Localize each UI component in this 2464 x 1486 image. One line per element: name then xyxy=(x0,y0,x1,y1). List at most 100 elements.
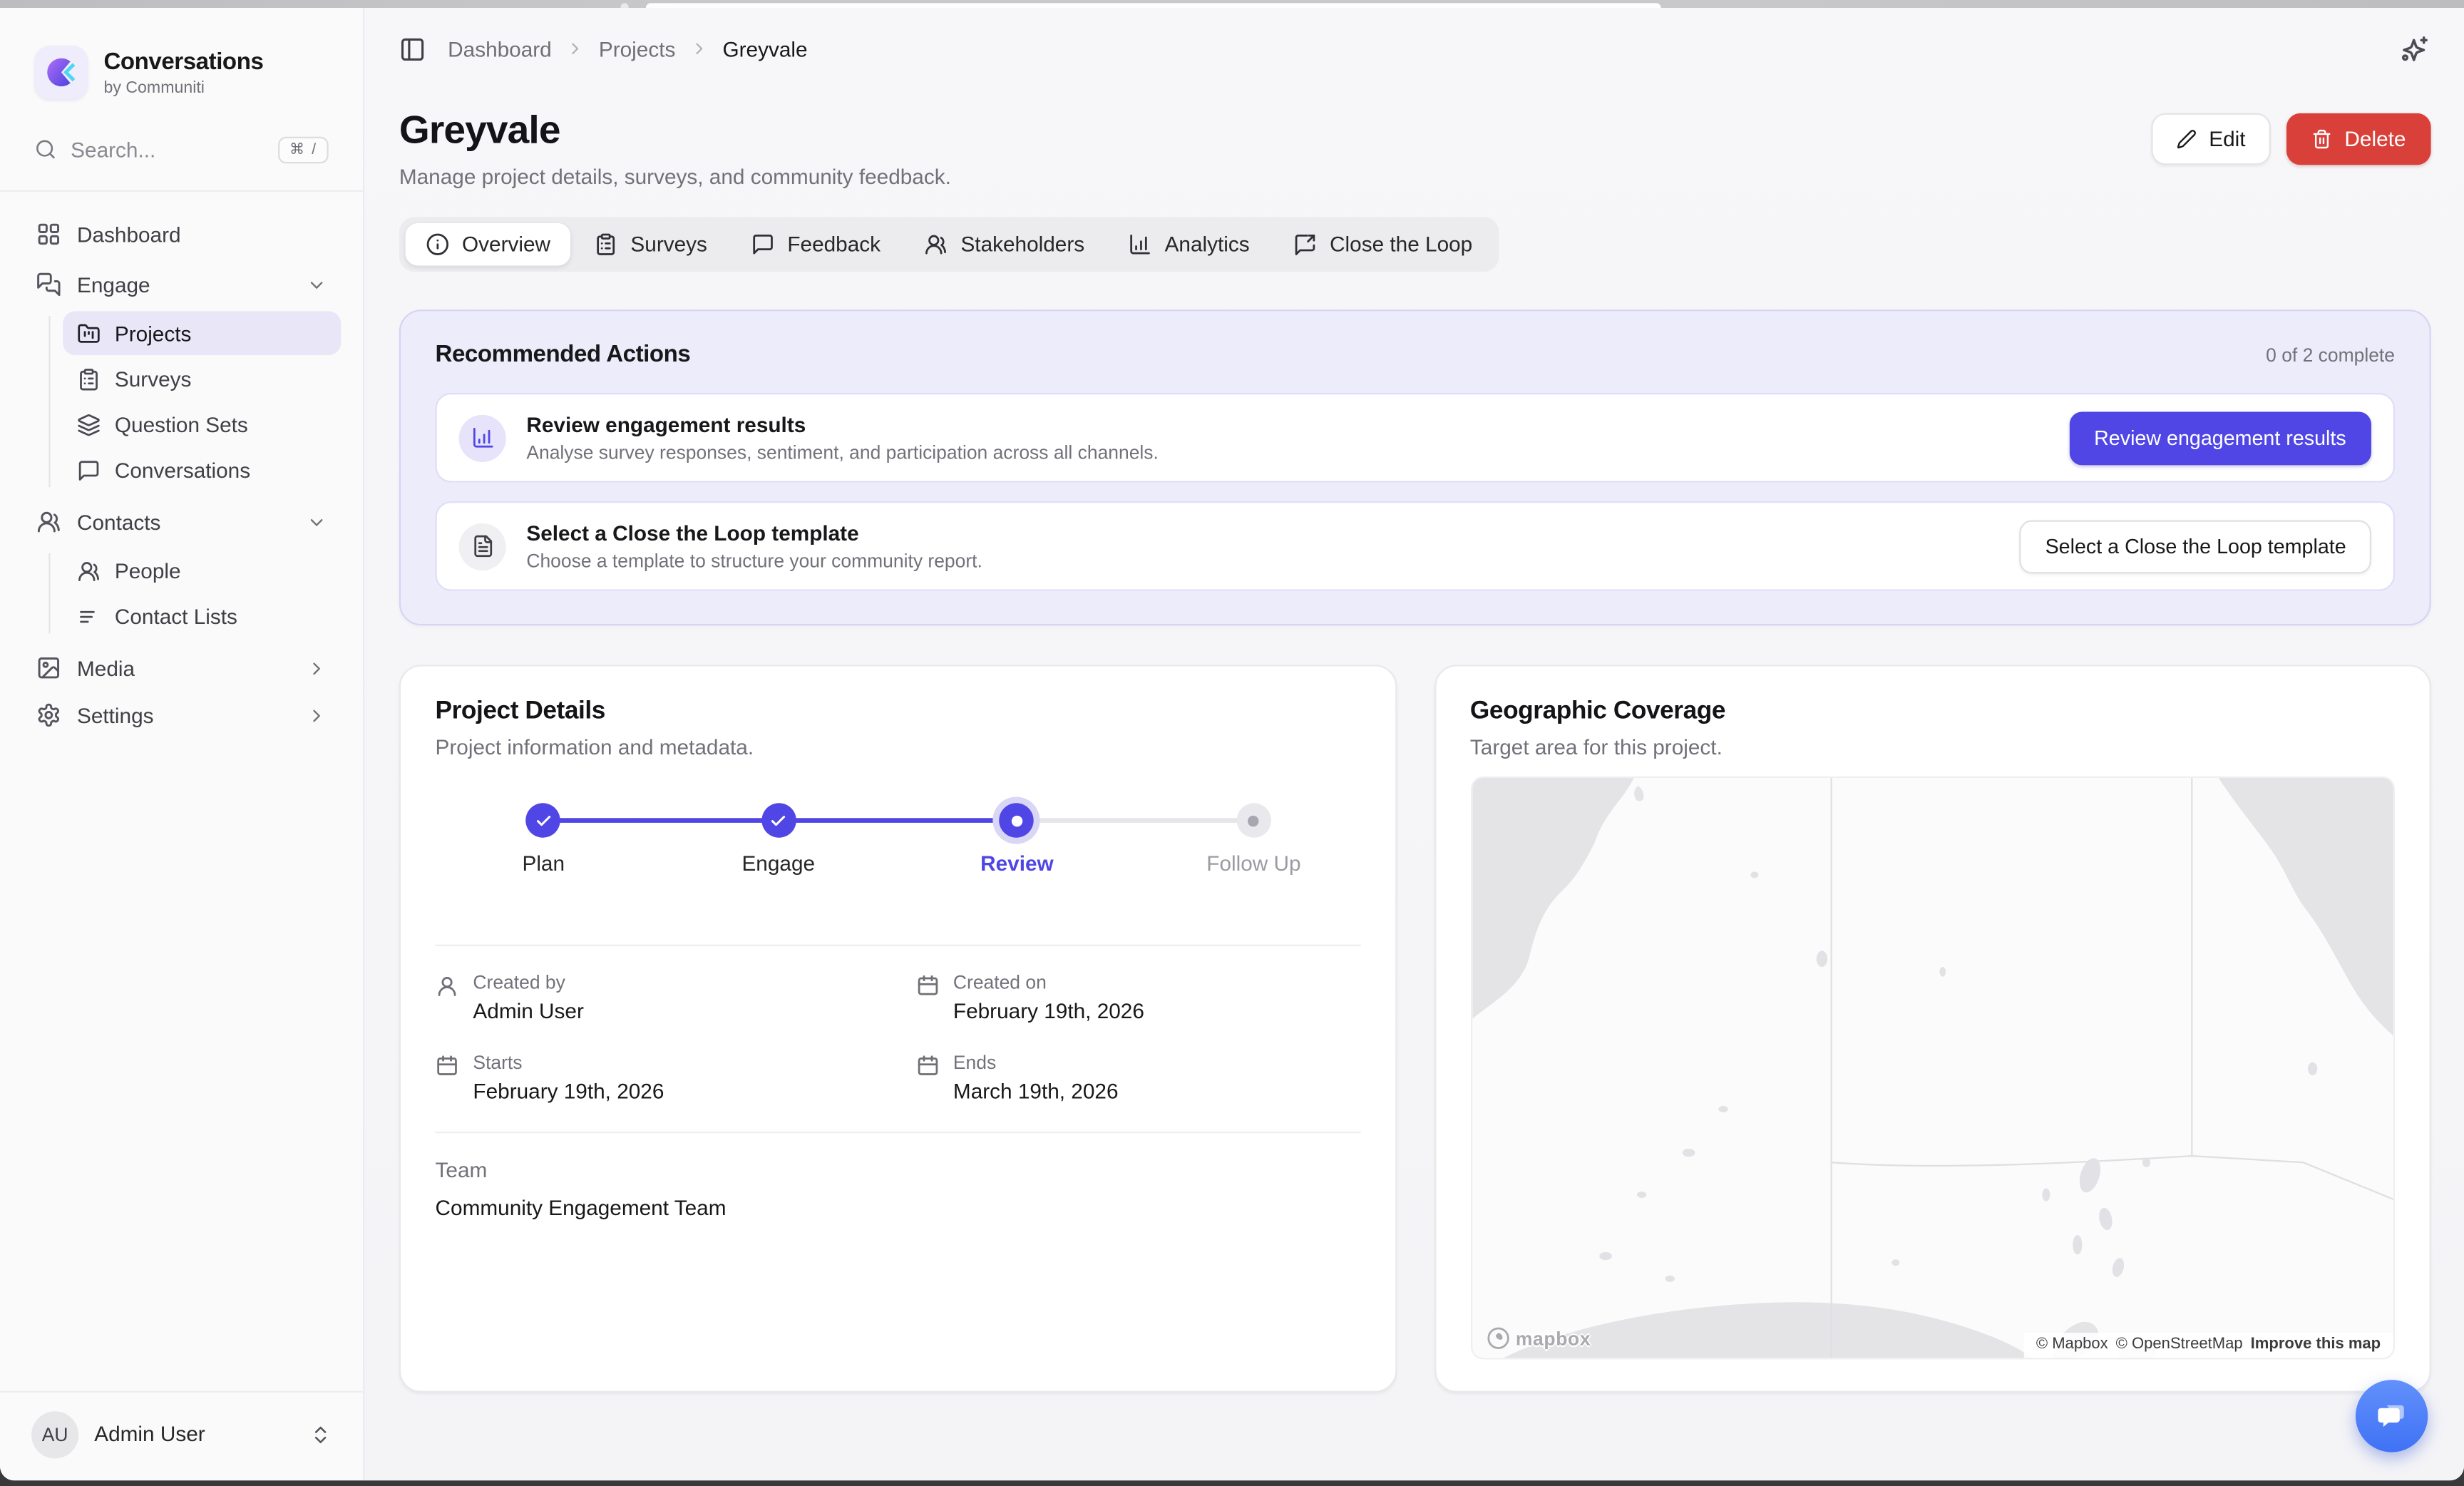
step-follow-up[interactable]: Follow Up xyxy=(1206,803,1300,875)
sidebar-item-contact-lists[interactable]: Contact Lists xyxy=(63,594,341,638)
search-bar[interactable]: ⌘ / xyxy=(34,130,328,168)
sidebar-item-label: Settings xyxy=(77,703,154,727)
chevron-right-icon xyxy=(307,705,327,726)
field-value: Admin User xyxy=(473,1000,583,1023)
avatar: AU xyxy=(31,1410,78,1457)
step-plan[interactable]: Plan xyxy=(522,803,565,875)
project-details-title: Project Details xyxy=(436,698,1360,727)
attribution-improve-link[interactable]: Improve this map xyxy=(2251,1336,2381,1353)
user-menu[interactable]: AU Admin User xyxy=(0,1390,363,1480)
field-value: March 19th, 2026 xyxy=(953,1080,1119,1103)
breadcrumb-projects[interactable]: Projects xyxy=(599,37,676,61)
map-attribution: © Mapbox © OpenStreetMap Improve this ma… xyxy=(2023,1333,2393,1358)
clipboard-list-icon xyxy=(595,232,618,256)
edit-button[interactable]: Edit xyxy=(2151,113,2271,165)
chevron-right-icon xyxy=(689,39,708,58)
folder-kanban-icon xyxy=(77,322,101,345)
sidebar-item-contacts[interactable]: Contacts xyxy=(22,498,341,545)
chart-column-icon xyxy=(1129,232,1152,256)
field-value: February 19th, 2026 xyxy=(473,1080,664,1103)
user-icon xyxy=(436,975,459,998)
tab-overview[interactable]: Overview xyxy=(406,223,571,266)
chevrons-up-down-icon xyxy=(309,1423,332,1445)
sparkles-icon[interactable] xyxy=(2400,34,2430,63)
chat-widget-button[interactable] xyxy=(2356,1380,2428,1452)
action-text: Select a Close the Loop template Choose … xyxy=(526,521,982,572)
coverage-map[interactable]: mapbox © Mapbox © OpenStreetMap Improve … xyxy=(1470,777,2395,1360)
recommended-actions-card: Recommended Actions 0 of 2 complete Revi… xyxy=(399,309,2431,625)
step-label: Plan xyxy=(522,852,565,876)
breadcrumb-dashboard[interactable]: Dashboard xyxy=(448,37,552,61)
sidebar-item-label: Engage xyxy=(77,272,150,296)
tab-stakeholders[interactable]: Stakeholders xyxy=(904,223,1105,266)
page-subtitle: Manage project details, surveys, and com… xyxy=(399,165,951,188)
team-value: Community Engagement Team xyxy=(436,1196,1360,1219)
brand-text: Conversations by Communiti xyxy=(103,48,263,96)
message-share-icon xyxy=(1293,232,1317,256)
sidebar-item-label: Dashboard xyxy=(77,222,181,246)
app-byline: by Communiti xyxy=(103,78,263,96)
team-label: Team xyxy=(436,1158,1360,1182)
attribution-mapbox-link[interactable]: © Mapbox xyxy=(2036,1336,2108,1353)
field-label: Ends xyxy=(953,1052,1119,1074)
page-header-text: Greyvale Manage project details, surveys… xyxy=(399,108,951,188)
page-actions: Edit Delete xyxy=(2151,113,2431,165)
sidebar-item-settings[interactable]: Settings xyxy=(22,692,341,739)
project-details-card: Project Details Project information and … xyxy=(399,665,1396,1392)
field-value: February 19th, 2026 xyxy=(953,1000,1144,1023)
mapbox-logo[interactable]: mapbox xyxy=(1486,1326,1591,1350)
field-created-on: Created on February 19th, 2026 xyxy=(915,971,1360,1023)
sidebar-item-people[interactable]: People xyxy=(63,548,341,593)
attribution-osm-link[interactable]: © OpenStreetMap xyxy=(2116,1336,2243,1353)
delete-button[interactable]: Delete xyxy=(2286,113,2431,165)
sidebar-group-contacts: Contacts People Contact Lists xyxy=(22,498,341,638)
review-engagement-results-button[interactable]: Review engagement results xyxy=(2069,411,2371,464)
project-details-subtitle: Project information and metadata. xyxy=(436,736,1360,759)
chat-bubble-icon xyxy=(2374,1399,2408,1433)
image-icon xyxy=(36,655,61,680)
sidebar-toggle-icon[interactable] xyxy=(399,36,426,62)
sidebar-item-surveys[interactable]: Surveys xyxy=(63,357,341,401)
calendar-icon xyxy=(915,1055,939,1078)
field-label: Starts xyxy=(473,1052,664,1074)
app-layout: Conversations by Communiti ⌘ / Dashboard xyxy=(0,8,2464,1480)
select-close-the-loop-template-button[interactable]: Select a Close the Loop template xyxy=(2020,519,2371,573)
sidebar-sub-engage: Projects Surveys Question Sets xyxy=(48,311,341,491)
step-review[interactable]: Review xyxy=(980,803,1054,875)
search-container: ⌘ / xyxy=(0,106,363,192)
layers-icon xyxy=(77,413,101,436)
page-header: Greyvale Manage project details, surveys… xyxy=(364,90,2464,189)
sidebar-item-label: People xyxy=(115,559,181,583)
chevron-down-icon xyxy=(307,511,327,532)
chevron-down-icon xyxy=(307,275,327,295)
chevron-right-icon xyxy=(566,39,585,58)
topbar: Dashboard Projects Greyvale xyxy=(364,8,2464,90)
tab-close-the-loop[interactable]: Close the Loop xyxy=(1273,223,1493,266)
tab-feedback[interactable]: Feedback xyxy=(731,223,901,266)
sidebar-item-media[interactable]: Media xyxy=(22,645,341,692)
info-icon xyxy=(426,232,449,256)
step-label: Engage xyxy=(741,852,815,876)
sidebar-item-label: Contact Lists xyxy=(115,604,237,627)
action-title: Select a Close the Loop template xyxy=(526,521,982,545)
check-icon xyxy=(535,811,552,829)
search-input[interactable] xyxy=(71,138,265,161)
sidebar-item-question-sets[interactable]: Question Sets xyxy=(63,402,341,446)
recommended-actions-header: Recommended Actions 0 of 2 complete xyxy=(436,341,2395,367)
detail-columns: Project Details Project information and … xyxy=(399,665,2431,1392)
check-icon xyxy=(770,811,787,829)
users-icon xyxy=(36,509,61,534)
breadcrumb-current: Greyvale xyxy=(722,37,807,61)
tab-analytics[interactable]: Analytics xyxy=(1108,223,1270,266)
sidebar-item-engage[interactable]: Engage xyxy=(22,261,341,308)
step-engage[interactable]: Engage xyxy=(741,803,815,875)
gear-icon xyxy=(36,702,61,727)
brand[interactable]: Conversations by Communiti xyxy=(0,8,363,106)
recommended-actions-list: Review engagement results Analyse survey… xyxy=(436,393,2395,591)
tab-surveys[interactable]: Surveys xyxy=(574,223,728,266)
app-logo xyxy=(34,46,88,99)
sidebar-item-conversations[interactable]: Conversations xyxy=(63,448,341,492)
sidebar-item-dashboard[interactable]: Dashboard xyxy=(22,210,341,257)
sidebar-item-projects[interactable]: Projects xyxy=(63,311,341,355)
conversations-logo-icon xyxy=(44,55,78,89)
